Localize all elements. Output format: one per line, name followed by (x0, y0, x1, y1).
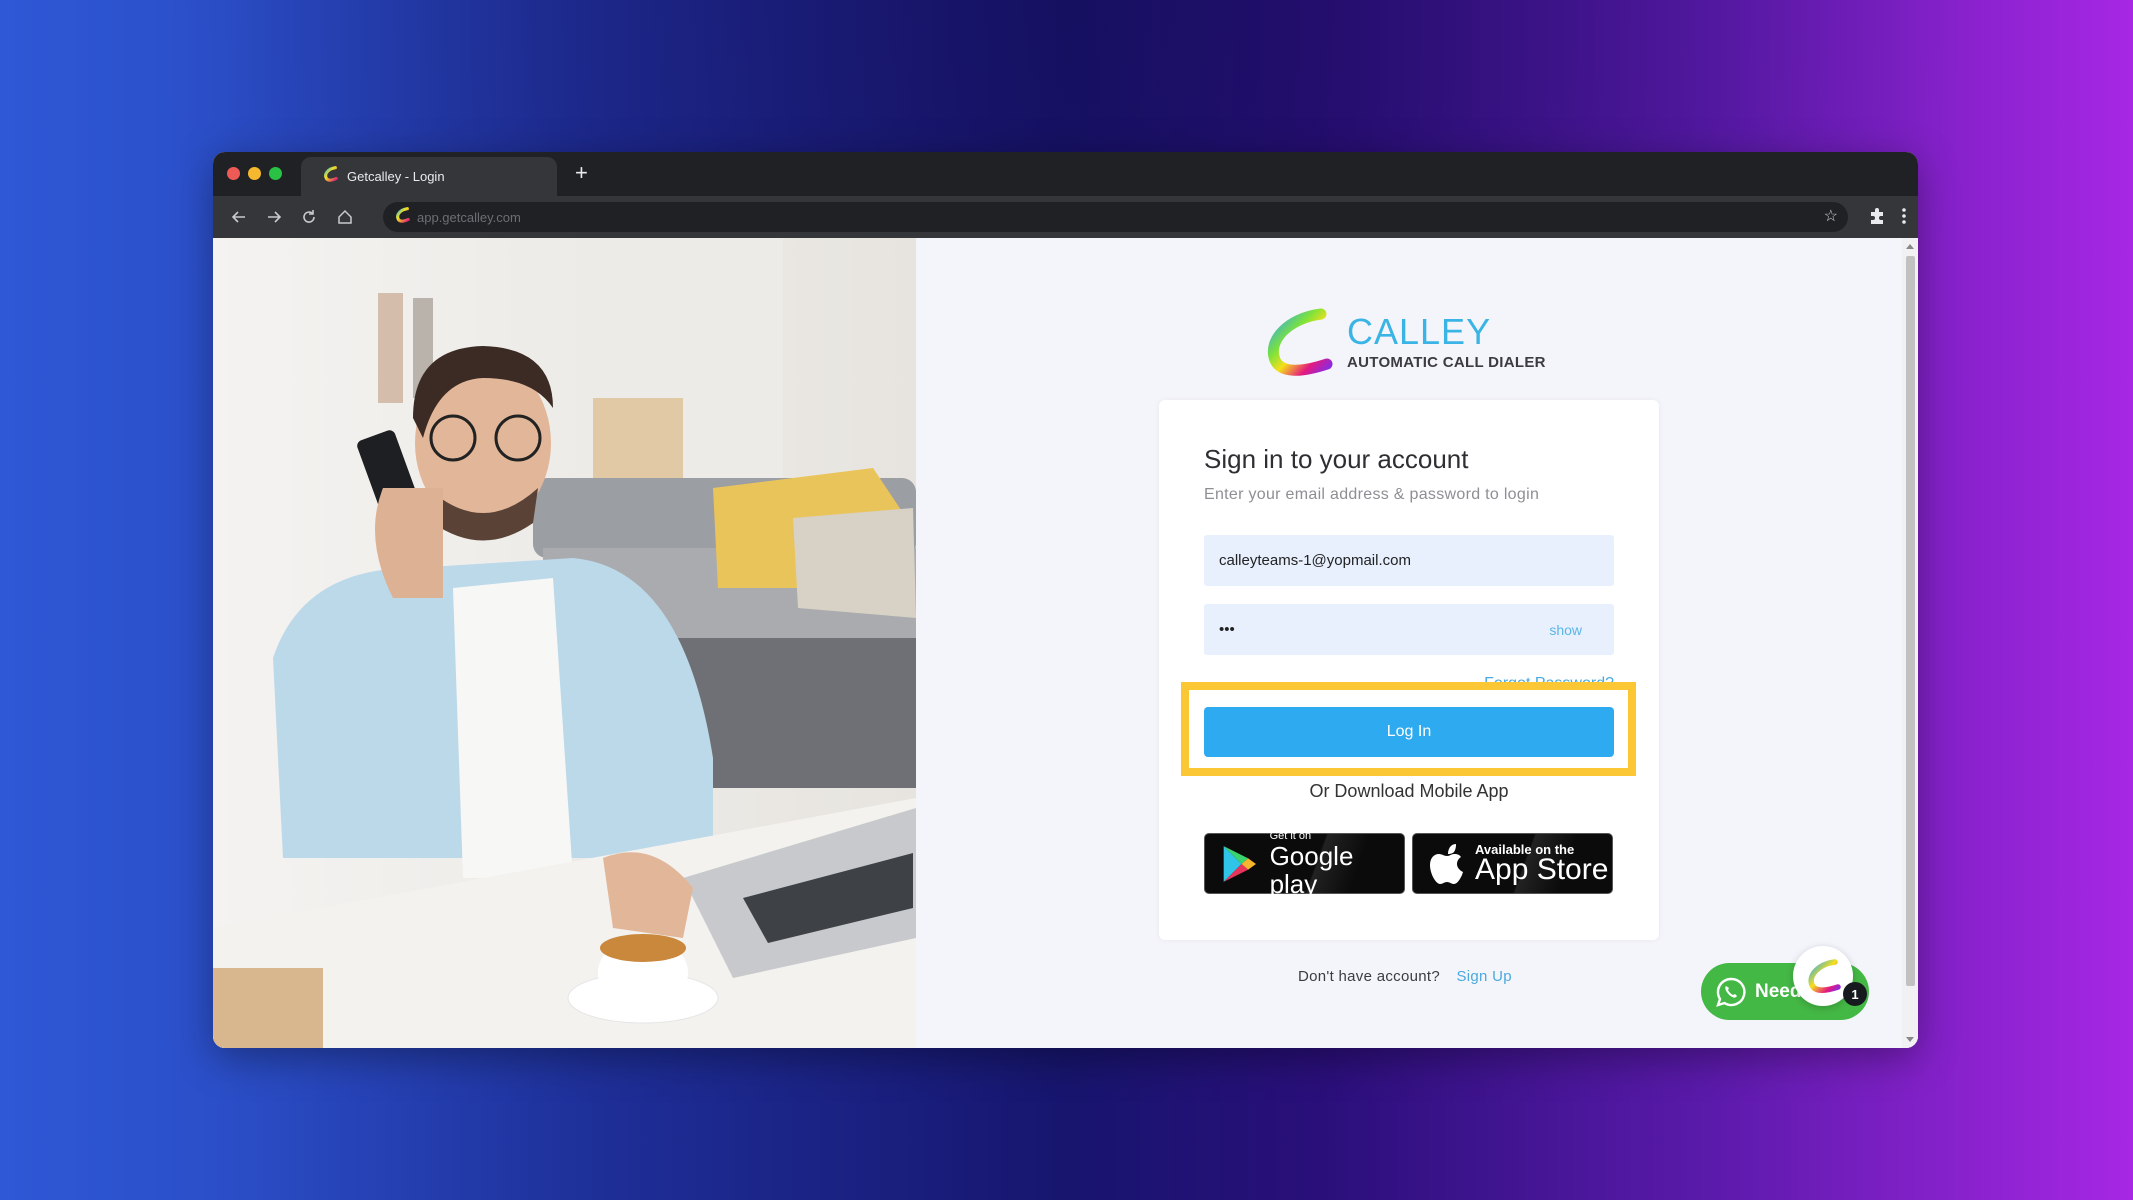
signup-prompt: Don't have account? (1298, 968, 1440, 985)
password-value: ••• (1219, 621, 1235, 638)
login-subtitle: Enter your email address & password to l… (1204, 486, 1540, 503)
home-button[interactable] (333, 205, 357, 229)
scrollbar-thumb[interactable] (1906, 256, 1915, 986)
whatsapp-icon (1716, 977, 1746, 1007)
google-play-big-text: Google play (1269, 840, 1354, 899)
tab-title: Getcalley - Login (347, 169, 445, 184)
new-tab-button[interactable]: + (575, 160, 588, 186)
extensions-puzzle-icon[interactable] (1868, 207, 1886, 230)
scroll-up-arrow-icon[interactable] (1906, 244, 1914, 249)
email-value: calleyteams-1@yopmail.com (1219, 552, 1411, 569)
forward-button[interactable] (262, 205, 286, 229)
browser-menu-icon[interactable] (1901, 207, 1907, 230)
calley-logo: CALLEY AUTOMATIC CALL DIALER (1261, 306, 1546, 378)
password-field[interactable]: ••• show (1204, 604, 1614, 655)
show-password-toggle[interactable]: show (1549, 622, 1582, 638)
google-play-small-text: Get it on (1269, 829, 1312, 842)
browser-toolbar: app.getcalley.com ☆ (213, 196, 1918, 238)
app-store-big-text: App Store (1475, 852, 1609, 886)
minimize-window-button[interactable] (248, 167, 261, 180)
page-viewport: CALLEY AUTOMATIC CALL DIALER Sign in to … (213, 238, 1918, 1048)
home-icon (338, 209, 352, 224)
arrow-left-icon (231, 211, 245, 223)
back-button[interactable] (227, 205, 251, 229)
email-field[interactable]: calleyteams-1@yopmail.com (1204, 535, 1614, 586)
brand-name: CALLEY (1347, 310, 1492, 352)
browser-window: Getcalley - Login + app.getcalley.com ☆ (213, 152, 1918, 1048)
page-title: Sign in to your account (1204, 444, 1469, 474)
apple-logo-icon (1430, 843, 1463, 884)
app-store-button[interactable]: Available on the App Store (1412, 833, 1613, 894)
reload-icon (303, 210, 315, 223)
brand-tagline: AUTOMATIC CALL DIALER (1347, 353, 1546, 371)
signup-link[interactable]: Sign Up (1456, 968, 1511, 985)
bookmark-star-icon[interactable]: ☆ (1824, 208, 1838, 226)
login-card: Sign in to your account Enter your email… (1159, 400, 1659, 940)
google-play-button[interactable]: Get it on Google play (1204, 829, 1405, 898)
title-bar: Getcalley - Login + (213, 152, 1918, 196)
scroll-down-arrow-icon[interactable] (1906, 1037, 1914, 1042)
photo-illustration (213, 238, 916, 1048)
calley-favicon-icon (321, 165, 339, 188)
login-button[interactable]: Log In (1204, 707, 1614, 757)
reload-button[interactable] (297, 205, 321, 229)
hero-photo-man-on-phone (213, 238, 916, 1048)
calley-chat-icon (1808, 959, 1841, 993)
arrow-right-icon (268, 211, 282, 223)
notification-badge: 1 (1843, 982, 1867, 1006)
download-app-text: Or Download Mobile App (1309, 781, 1509, 801)
page-scrollbar[interactable] (1902, 238, 1918, 1048)
signup-row: Don't have account? Sign Up (1298, 968, 1512, 985)
url-text: app.getcalley.com (417, 209, 521, 225)
close-window-button[interactable] (227, 167, 240, 180)
google-play-icon (1223, 845, 1256, 882)
address-bar[interactable]: app.getcalley.com ☆ (383, 202, 1848, 232)
maximize-window-button[interactable] (269, 167, 282, 180)
calley-logo-icon (1267, 308, 1333, 376)
tab-getcalley-login[interactable]: Getcalley - Login (301, 157, 557, 196)
site-favicon-icon (393, 206, 411, 229)
